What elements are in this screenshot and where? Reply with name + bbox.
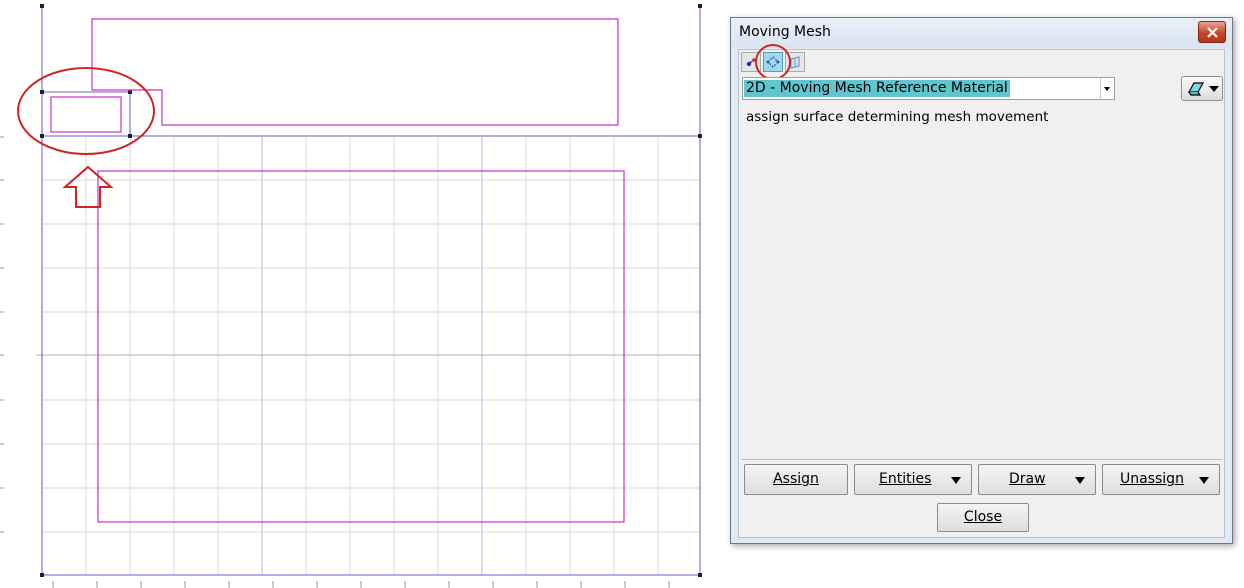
material-options-button[interactable] — [1181, 76, 1223, 101]
assign-button[interactable]: Assign — [744, 464, 848, 495]
chevron-down-icon[interactable] — [1100, 78, 1114, 99]
close-button[interactable]: Close — [937, 503, 1029, 532]
bottom-ruler-ticks — [52, 581, 670, 588]
chevron-down-icon — [1199, 477, 1209, 484]
dialog-body: 2D - Moving Mesh Reference Material assi… — [738, 44, 1225, 538]
assign-label: Assign — [773, 471, 819, 487]
moving-mesh-dialog: Moving Mesh 2D - Moving Mesh Reference M… — [730, 17, 1233, 544]
grid — [36, 137, 700, 575]
domain-boundary[interactable] — [41, 6, 701, 576]
line-tool-icon — [766, 56, 780, 68]
point-tool-icon — [746, 58, 756, 67]
draw-label: Draw — [1009, 471, 1046, 487]
unassign-button[interactable]: Unassign — [1102, 464, 1220, 495]
chevron-down-icon — [951, 477, 961, 484]
geometry-shapes[interactable] — [50, 18, 625, 523]
close-label: Close — [963, 509, 1003, 525]
left-ruler-ticks — [0, 136, 4, 533]
upper-surface — [91, 18, 619, 126]
draw-button[interactable]: Draw — [978, 464, 1096, 495]
drawing-canvas[interactable] — [0, 0, 720, 588]
up-arrow-annotation — [62, 165, 114, 208]
small-surface — [50, 96, 122, 133]
title-bar[interactable]: Moving Mesh — [731, 18, 1232, 48]
chevron-down-icon — [1075, 477, 1085, 484]
close-icon — [1207, 27, 1218, 38]
entities-label: Entities — [879, 471, 932, 487]
dropdown-caret-icon — [1209, 86, 1219, 92]
tab-points[interactable] — [741, 52, 761, 72]
unassign-label: Unassign — [1120, 471, 1184, 487]
tab-surfaces[interactable] — [785, 52, 805, 72]
material-select[interactable]: 2D - Moving Mesh Reference Material — [742, 77, 1115, 100]
dialog-title: Moving Mesh — [739, 24, 831, 40]
material-value: 2D - Moving Mesh Reference Material — [744, 80, 1010, 97]
material-description: assign surface determining mesh movement — [746, 109, 1049, 125]
window-close-button[interactable] — [1198, 21, 1226, 43]
tab-lines[interactable] — [763, 52, 783, 72]
surface-tool-icon — [790, 56, 800, 69]
entities-button[interactable]: Entities — [854, 464, 972, 495]
material-icon — [1187, 82, 1205, 96]
